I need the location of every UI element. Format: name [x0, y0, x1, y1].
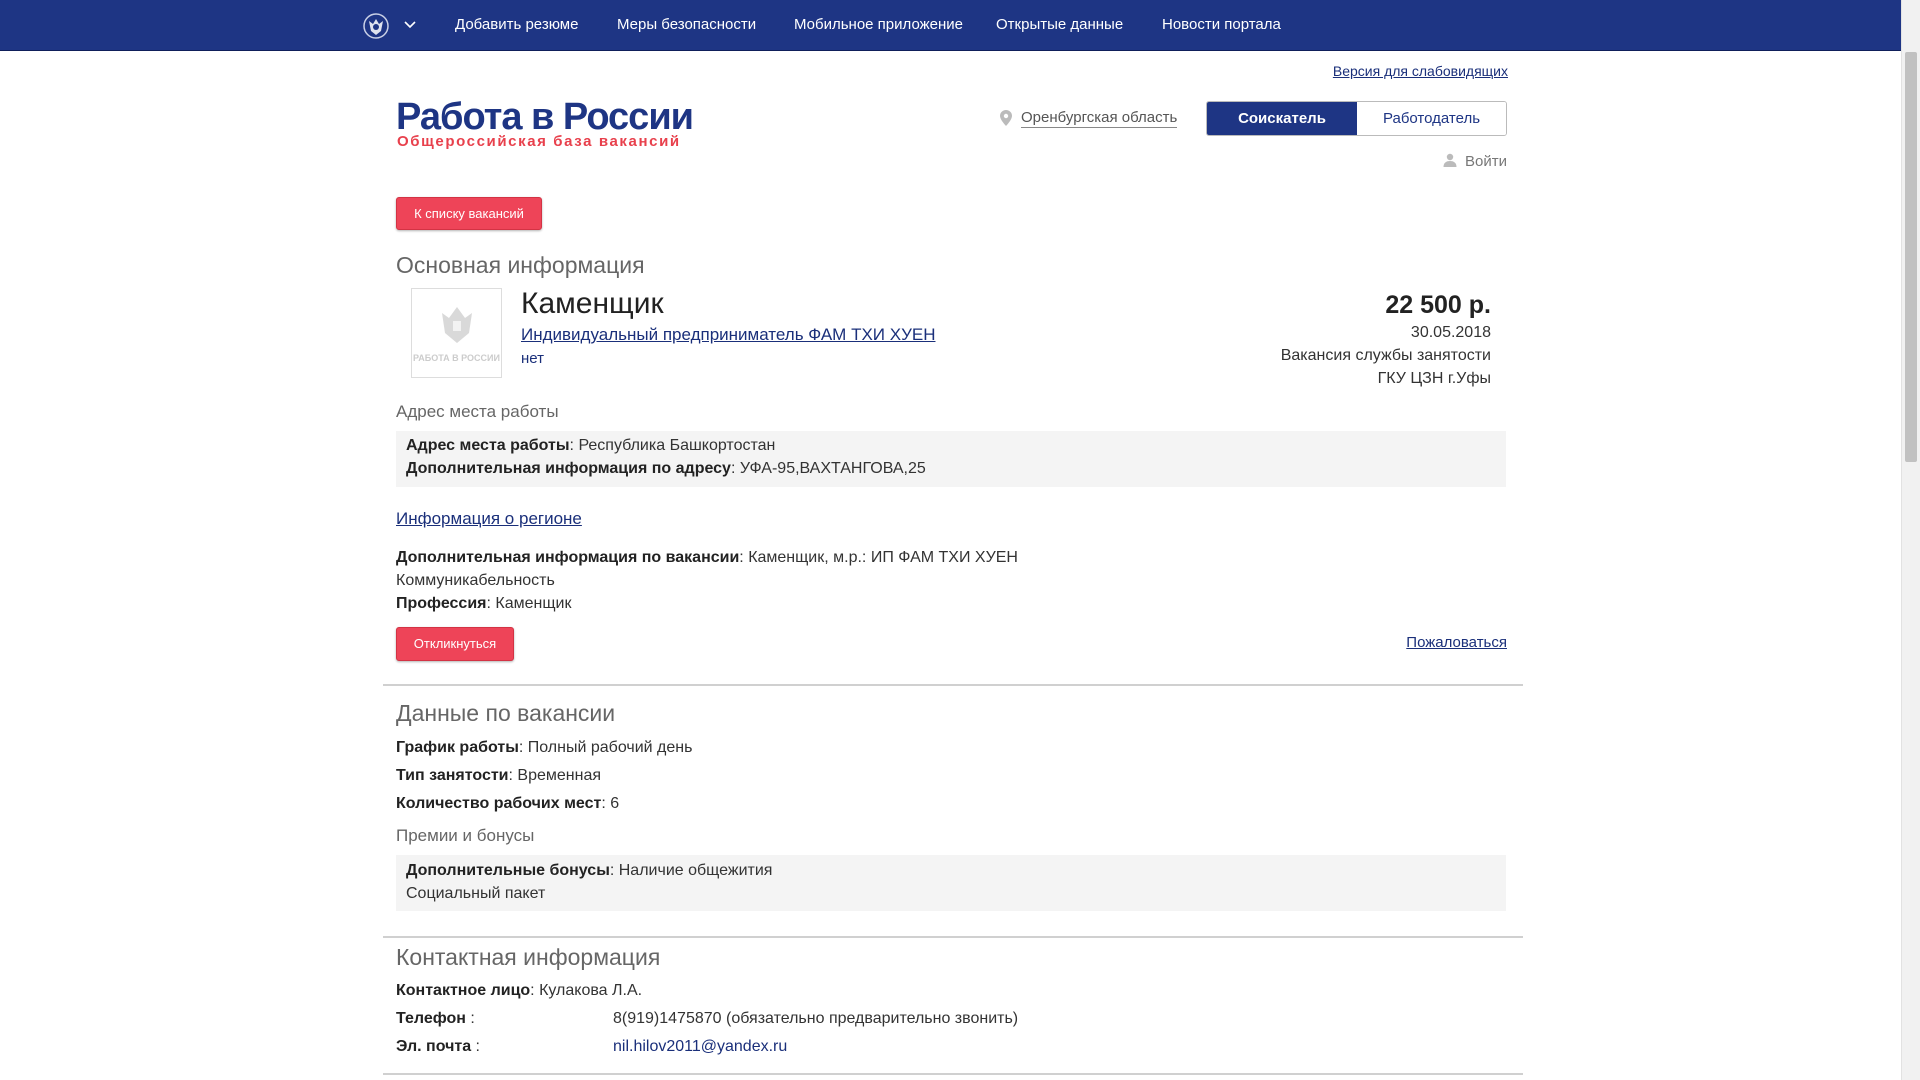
vacancy-date: 30.05.2018 — [1410, 324, 1491, 341]
bonuses-label: Дополнительные бонусы — [406, 862, 610, 879]
nav-link-safety[interactable]: Меры безопасности — [617, 16, 756, 33]
email-label: Эл. почта — [396, 1038, 472, 1055]
salary: 22 500 р. — [1385, 291, 1491, 319]
location-pin-icon — [1000, 110, 1012, 126]
coat-of-arms-icon[interactable] — [362, 12, 390, 40]
contacts-title: Контактная информация — [396, 944, 661, 970]
schedule-line: График работы: Полный рабочий день — [396, 739, 693, 756]
user-icon — [1443, 153, 1457, 167]
address-line: Адрес места работы: Республика Башкортос… — [406, 437, 776, 454]
schedule-value: Полный рабочий день — [527, 739, 693, 756]
employment-type-value: Временная — [517, 767, 602, 784]
employer-subtext: нет — [521, 350, 544, 367]
profession-line: Профессия: Каменщик — [396, 595, 572, 612]
phone-label-line: Телефон : — [396, 1010, 475, 1027]
address-extra-label: Дополнительная информация по адресу — [406, 460, 731, 477]
login-link[interactable]: Войти — [1443, 153, 1507, 170]
coat-of-arms-icon — [442, 307, 472, 343]
email-link[interactable]: nil.hilov2011@yandex.ru — [613, 1038, 787, 1056]
employer-logo-caption: РАБОТА В РОССИИ — [413, 353, 500, 363]
bonuses-line: Дополнительные бонусы: Наличие общежития — [406, 862, 773, 879]
email-label-line: Эл. почта : — [396, 1038, 480, 1055]
section-divider — [383, 1073, 1523, 1075]
top-navigation-bar: Добавить резюме Меры безопасности Мобиль… — [0, 0, 1901, 51]
schedule-label: График работы — [396, 739, 519, 756]
complain-link[interactable]: Пожаловаться — [1406, 634, 1507, 651]
employment-type-line: Тип занятости: Временная — [396, 767, 602, 784]
extra-info-line: Дополнительная информация по вакансии: К… — [396, 549, 1018, 566]
address-label: Адрес места работы — [406, 437, 570, 454]
chevron-down-icon[interactable] — [403, 17, 417, 31]
employer-logo: РАБОТА В РОССИИ — [411, 288, 502, 378]
extra-info-value2: Коммуникабельность — [396, 572, 555, 589]
login-label: Войти — [1465, 153, 1507, 170]
places-value: 6 — [610, 795, 620, 812]
section-divider — [383, 936, 1523, 938]
bonuses-value: Наличие общежития — [618, 862, 773, 879]
phone-value: 8(919)1475870 (обязательно предварительн… — [613, 1010, 1019, 1027]
respond-button[interactable]: Откликнуться — [396, 627, 514, 661]
nav-link-open-data[interactable]: Открытые данные — [996, 16, 1123, 33]
region-name: Оренбургская область — [1021, 109, 1178, 128]
phone-label: Телефон — [396, 1010, 466, 1027]
places-label: Количество рабочих мест — [396, 795, 602, 812]
places-line: Количество рабочих мест: 6 — [396, 795, 620, 812]
role-employer-button[interactable]: Работодатель — [1357, 102, 1506, 135]
bonuses-heading: Премии и бонусы — [396, 826, 535, 845]
nav-link-mobile-app[interactable]: Мобильное приложение — [794, 16, 963, 33]
contact-person-line: Контактное лицо: Кулакова Л.А. — [396, 982, 643, 999]
vacancy-source: Вакансия службы занятости — [1280, 347, 1491, 364]
accessibility-version-link[interactable]: Версия для слабовидящих — [1333, 63, 1508, 79]
extra-info-value: Каменщик, м.р.: ИП ФАМ ТХИ ХУЕН — [748, 549, 1018, 566]
role-switcher: Соискатель Работодатель — [1206, 101, 1507, 136]
contact-person-value: Кулакова Л.А. — [539, 982, 643, 999]
profession-value: Каменщик — [495, 595, 572, 612]
employment-type-label: Тип занятости — [396, 767, 509, 784]
employment-agency: ГКУ ЦЗН г.Уфы — [1377, 370, 1491, 387]
vacancy-title: Каменщик — [521, 287, 664, 320]
site-logo-subtitle[interactable]: Общероссийская база вакансий — [397, 133, 681, 150]
role-seeker-button[interactable]: Соискатель — [1207, 102, 1357, 135]
address-extra-line: Дополнительная информация по адресу: УФА… — [406, 460, 926, 477]
nav-link-add-resume[interactable]: Добавить резюме — [455, 16, 578, 33]
profession-label: Профессия — [396, 595, 487, 612]
address-value: Республика Башкортостан — [578, 437, 776, 454]
section-divider — [383, 684, 1523, 686]
contact-person-label: Контактное лицо — [396, 982, 531, 999]
employer-link[interactable]: Индивидуальный предприниматель ФАМ ТХИ Х… — [521, 325, 935, 345]
nav-link-portal-news[interactable]: Новости портала — [1162, 16, 1281, 33]
bonuses-value2: Социальный пакет — [406, 885, 546, 902]
scrollbar-thumb[interactable] — [1905, 52, 1917, 462]
vertical-scrollbar[interactable] — [1901, 0, 1920, 1080]
back-to-list-button[interactable]: К списку вакансий — [396, 197, 542, 230]
main-info-title: Основная информация — [396, 252, 645, 278]
extra-info-label: Дополнительная информация по вакансии — [396, 549, 740, 566]
region-info-link[interactable]: Информация о регионе — [396, 509, 582, 529]
vacancy-data-title: Данные по вакансии — [396, 700, 616, 726]
address-extra-value: УФА-95,ВАХТАНГОВА,25 — [739, 460, 926, 477]
address-heading: Адрес места работы — [396, 402, 559, 421]
